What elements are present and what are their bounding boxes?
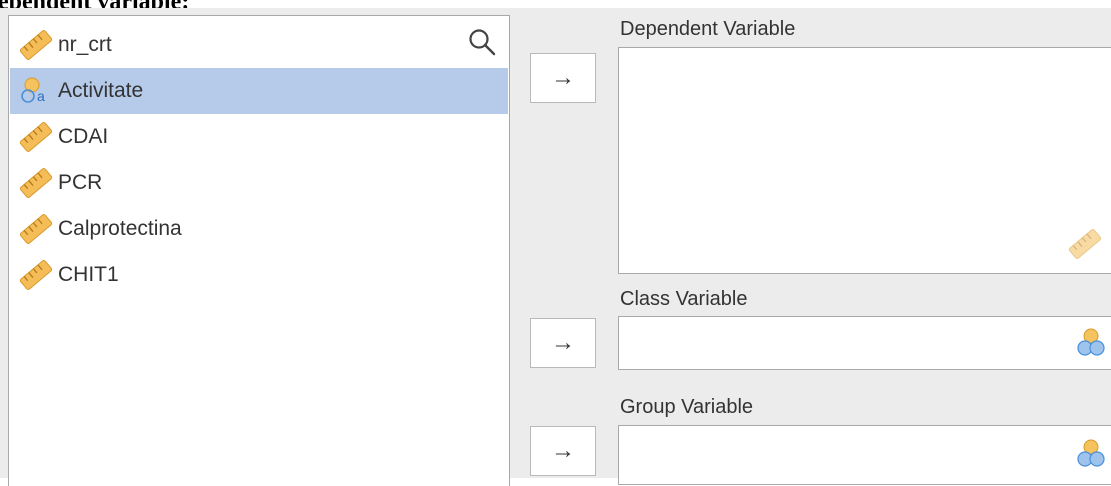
variable-label: CDAI bbox=[58, 125, 109, 148]
variable-label: Activitate bbox=[58, 79, 144, 102]
group-variable-box[interactable] bbox=[618, 425, 1111, 485]
ruler-icon bbox=[18, 167, 54, 199]
move-to-group-button[interactable]: → bbox=[530, 426, 596, 476]
move-to-class-button[interactable]: → bbox=[530, 318, 596, 368]
dependent-variable-box[interactable] bbox=[618, 47, 1111, 274]
analysis-options-panel: nr_crt a Activitate CDAI PCR Calprotecti… bbox=[0, 8, 1111, 486]
variable-label: Calprotectina bbox=[58, 217, 182, 240]
move-to-dependent-button[interactable]: → bbox=[530, 53, 596, 103]
variable-item-cdai[interactable]: CDAI bbox=[10, 114, 508, 160]
ruler-icon bbox=[18, 121, 54, 153]
variable-label: PCR bbox=[58, 171, 103, 194]
variable-item-activitate[interactable]: a Activitate bbox=[10, 68, 508, 114]
nominal-icon bbox=[1073, 325, 1109, 366]
class-variable-box[interactable] bbox=[618, 316, 1111, 370]
class-variable-label: Class Variable bbox=[620, 288, 748, 310]
nominal-variable-icon: a bbox=[18, 75, 54, 107]
ruler-icon bbox=[1067, 228, 1103, 265]
svg-text:a: a bbox=[37, 88, 45, 104]
dependent-variable-label: Dependent Variable bbox=[620, 18, 796, 40]
variable-label: nr_crt bbox=[58, 33, 112, 56]
nominal-icon bbox=[1073, 436, 1109, 477]
group-variable-label: Group Variable bbox=[620, 396, 754, 418]
search-icon[interactable] bbox=[467, 27, 497, 57]
variable-item-calprotectina[interactable]: Calprotectina bbox=[10, 206, 508, 252]
variable-item-pcr[interactable]: PCR bbox=[10, 160, 508, 206]
ruler-icon bbox=[18, 213, 54, 245]
variable-list[interactable]: nr_crt a Activitate CDAI PCR Calprotecti… bbox=[8, 15, 510, 486]
variable-item-nr-crt[interactable]: nr_crt bbox=[10, 22, 508, 68]
variable-item-chit1[interactable]: CHIT1 bbox=[10, 252, 508, 298]
variable-label: CHIT1 bbox=[58, 263, 119, 286]
ruler-icon bbox=[18, 29, 54, 61]
ruler-icon bbox=[18, 259, 54, 291]
